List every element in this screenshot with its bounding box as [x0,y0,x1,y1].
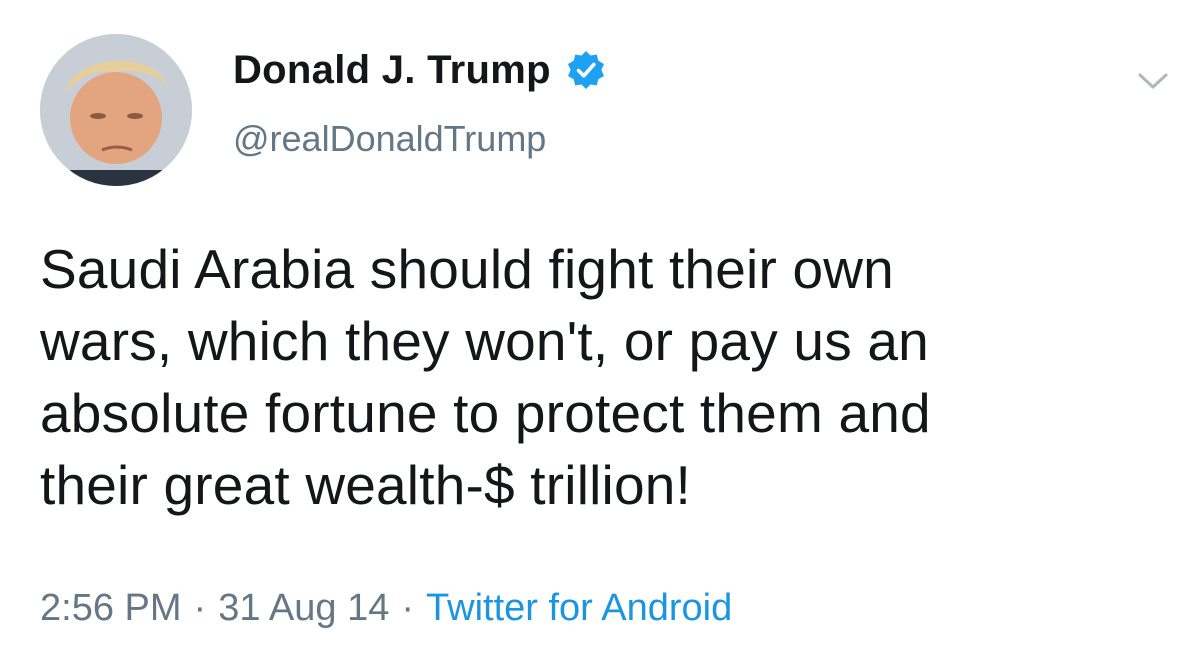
tweet-meta: 2:56 PM · 31 Aug 14 · Twitter for Androi… [40,587,732,630]
tweet-text-line: wars, which they won't, or pay us an [40,310,929,372]
tweet-card: Donald J. Trump @realDonaldTrump Saudi A… [0,0,1200,670]
tweet-text-line: absolute fortune to protect them and [40,382,931,444]
avatar-image [40,34,192,186]
display-name[interactable]: Donald J. Trump [233,48,551,93]
avatar[interactable] [40,34,192,186]
author-name-row: Donald J. Trump [233,42,607,98]
author-handle[interactable]: @realDonaldTrump [233,118,546,160]
tweet-text-line: Saudi Arabia should fight their own [40,238,894,300]
tweet-date[interactable]: 31 Aug 14 [218,587,389,630]
meta-separator: · [401,587,415,629]
verified-badge-icon [565,49,607,91]
chevron-down-icon[interactable] [1136,70,1170,92]
tweet-source-link[interactable]: Twitter for Android [426,587,732,630]
tweet-text: Saudi Arabia should fight their own wars… [40,233,1180,521]
meta-separator: · [193,587,207,629]
tweet-time[interactable]: 2:56 PM [40,587,182,630]
tweet-text-line: their great wealth-$ trillion! [40,454,692,516]
